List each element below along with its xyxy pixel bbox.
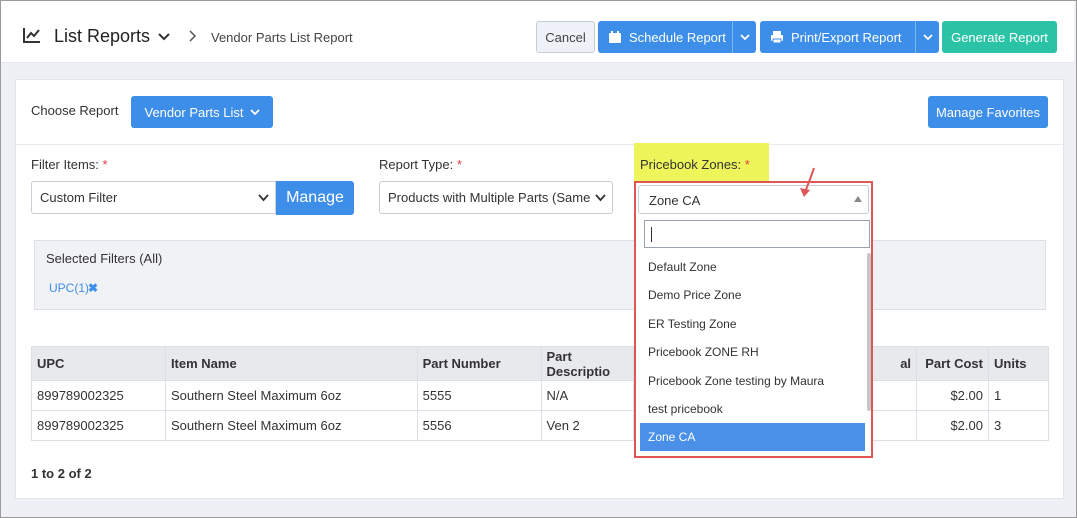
- results-table: UPC Item Name Part Number Part Descripti…: [31, 346, 1049, 441]
- dropdown-option[interactable]: Demo Price Zone: [640, 281, 865, 309]
- dropdown-option-selected[interactable]: Zone CA: [640, 423, 865, 451]
- chevron-right-icon: [189, 30, 197, 42]
- column-header-upc[interactable]: UPC: [31, 346, 166, 381]
- column-header-part-cost[interactable]: Part Cost: [916, 346, 989, 381]
- chart-line-icon: [23, 28, 40, 43]
- cell-part-number: 5556: [416, 410, 542, 441]
- pricebook-zones-dropdown[interactable]: Zone CA Default Zone Demo Price Zone ER …: [634, 181, 873, 458]
- column-header-part-number[interactable]: Part Number: [416, 346, 542, 381]
- caret-up-icon: [854, 196, 862, 202]
- column-header-part-description[interactable]: Part Descriptio: [540, 346, 635, 381]
- table-row[interactable]: 899789002325 Southern Steel Maximum 6oz …: [31, 380, 1049, 411]
- cell-item-name: Southern Steel Maximum 6oz: [164, 380, 418, 411]
- filter-items-select[interactable]: Custom Filter: [31, 181, 276, 214]
- cell-upc: 899789002325: [31, 380, 166, 411]
- manage-filter-button[interactable]: Manage: [276, 181, 354, 215]
- cell-part-number: 5555: [416, 380, 542, 411]
- dropdown-search-input[interactable]: [644, 220, 870, 248]
- dropdown-option[interactable]: Pricebook Zone testing by Maura: [640, 367, 865, 395]
- pricebook-zones-label-text: Pricebook Zones:: [640, 157, 742, 172]
- report-type-value: Products with Multiple Parts (Same: [388, 190, 591, 205]
- manage-favorites-label: Manage Favorites: [935, 104, 1041, 120]
- dropdown-option[interactable]: Pricebook ZONE RH: [640, 338, 865, 366]
- generate-report-label: Generate Report: [951, 29, 1048, 45]
- dropdown-option[interactable]: Default Zone: [640, 253, 865, 281]
- filter-chip-upc[interactable]: UPC(1): [49, 281, 89, 295]
- selected-filters-title: Selected Filters (All): [46, 251, 163, 266]
- schedule-report-label: Schedule Report: [629, 29, 726, 45]
- page-title: List Reports: [54, 26, 151, 46]
- cell-units: 3: [988, 410, 1049, 441]
- cell-part-description: Ven 2: [540, 410, 635, 441]
- required-marker: *: [744, 157, 750, 172]
- print-export-label: Print/Export Report: [791, 29, 902, 45]
- breadcrumb: Vendor Parts List Report: [211, 30, 353, 45]
- calendar-icon: [609, 31, 621, 43]
- close-icon[interactable]: ✖: [88, 281, 98, 295]
- cell-part-cost: $2.00: [916, 410, 989, 441]
- generate-report-button[interactable]: Generate Report: [942, 21, 1057, 53]
- choose-report-label: Choose Report: [31, 103, 119, 118]
- report-selector-button[interactable]: Vendor Parts List: [131, 96, 273, 128]
- pagination-summary: 1 to 2 of 2: [31, 466, 92, 481]
- table-header-row: UPC Item Name Part Number Part Descripti…: [31, 346, 1049, 381]
- cell-item-name: Southern Steel Maximum 6oz: [164, 410, 418, 441]
- required-marker: *: [456, 157, 462, 172]
- required-marker: *: [102, 157, 108, 172]
- caret-down-icon: [739, 33, 750, 40]
- manage-favorites-button[interactable]: Manage Favorites: [928, 96, 1048, 128]
- table-row[interactable]: 899789002325 Southern Steel Maximum 6oz …: [31, 410, 1049, 441]
- column-header-item-name[interactable]: Item Name: [164, 346, 418, 381]
- selected-filters-panel: Selected Filters (All) UPC(1) ✖: [34, 240, 1046, 310]
- report-selector-label: Vendor Parts List: [144, 104, 244, 120]
- filter-items-label: Filter Items: *: [31, 157, 108, 172]
- cell-part-cost: $2.00: [916, 380, 989, 411]
- cell-upc: 899789002325: [31, 410, 166, 441]
- chevron-down-icon: [249, 108, 260, 115]
- cancel-button[interactable]: Cancel: [536, 21, 595, 53]
- schedule-report-button[interactable]: Schedule Report: [598, 21, 756, 53]
- pricebook-zones-select[interactable]: Zone CA: [638, 185, 869, 214]
- cancel-button-label: Cancel: [545, 29, 586, 45]
- pricebook-zones-label: Pricebook Zones: *: [640, 157, 750, 172]
- print-export-button[interactable]: Print/Export Report: [760, 21, 939, 53]
- caret-down-icon: [922, 33, 933, 40]
- report-type-label: Report Type: *: [379, 157, 462, 172]
- cell-units: 1: [988, 380, 1049, 411]
- dropdown-scrollbar[interactable]: [867, 253, 871, 411]
- text-cursor: [651, 227, 652, 242]
- pricebook-zones-value: Zone CA: [649, 193, 701, 208]
- chevron-down-icon[interactable]: [158, 32, 170, 42]
- dropdown-option[interactable]: test pricebook: [640, 395, 865, 423]
- cell-part-description: N/A: [540, 380, 635, 411]
- filter-items-value: Custom Filter: [40, 190, 118, 205]
- arrow-icon: [800, 167, 815, 197]
- report-type-label-text: Report Type:: [379, 157, 454, 172]
- report-type-select[interactable]: Products with Multiple Parts (Same: [379, 181, 613, 214]
- chevron-down-icon: [258, 194, 269, 202]
- chevron-down-icon: [595, 194, 606, 202]
- print-icon: [771, 31, 783, 44]
- dropdown-option[interactable]: ER Testing Zone: [640, 310, 865, 338]
- divider: [16, 144, 1063, 145]
- column-header-units[interactable]: Units: [988, 346, 1049, 381]
- print-dropdown-toggle[interactable]: [915, 21, 939, 53]
- manage-filter-label: Manage: [286, 189, 344, 206]
- filter-items-label-text: Filter Items:: [31, 157, 99, 172]
- schedule-dropdown-toggle[interactable]: [732, 21, 756, 53]
